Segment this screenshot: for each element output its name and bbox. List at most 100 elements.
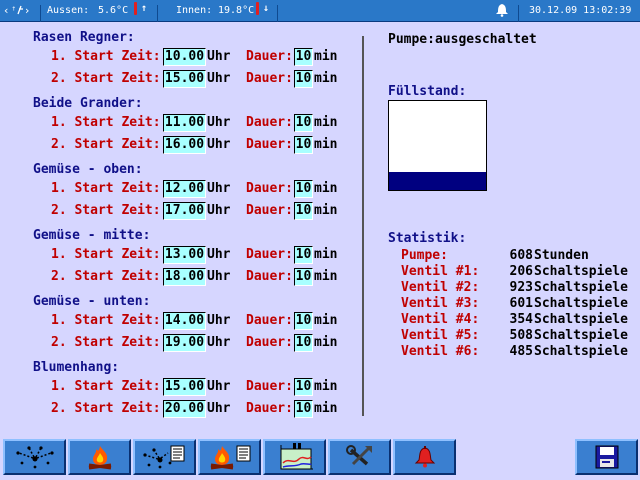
duration-unit: min [314, 247, 338, 262]
pump-status-value: ausgeschaltet [434, 32, 537, 47]
start-time-field[interactable]: 20.00 [163, 400, 206, 418]
svg-text:ꜛ: ꜛ [12, 6, 16, 17]
arrow-down-icon: ↓ [263, 3, 270, 14]
start-time-field[interactable]: 15.00 [163, 70, 206, 88]
divider [362, 36, 364, 416]
fire-button[interactable] [68, 439, 131, 475]
start-label: 1. Start Zeit: [51, 181, 161, 196]
duration-unit: min [314, 49, 338, 64]
duration-field[interactable]: 10 [294, 312, 313, 330]
time-unit: Uhr [207, 203, 231, 218]
stat-unit: Schaltspiele [534, 344, 628, 359]
start-time-field[interactable]: 19.00 [163, 334, 206, 352]
duration-field[interactable]: 10 [294, 268, 313, 286]
duration-label: Dauer: [246, 115, 293, 130]
stat-value: 601 [509, 296, 533, 311]
start-time-field[interactable]: 12.00 [163, 180, 206, 198]
start-label: 1. Start Zeit: [51, 379, 161, 394]
duration-label: Dauer: [246, 401, 293, 416]
start-time-field[interactable]: 17.00 [163, 202, 206, 220]
duration-field[interactable]: 10 [294, 202, 313, 220]
start-time-field[interactable]: 16.00 [163, 136, 206, 154]
duration-label: Dauer: [246, 137, 293, 152]
duration-unit: min [314, 203, 338, 218]
fire-schedule-button[interactable] [198, 439, 261, 475]
outside-label: Aussen: [47, 5, 90, 16]
pump-status: Pumpe:ausgeschaltet [388, 32, 537, 47]
duration-unit: min [314, 379, 338, 394]
stat-label: Pumpe: [401, 248, 448, 263]
zone-title: Blumenhang: [33, 360, 120, 375]
antenna-icon: ‹ ꜛ › [4, 3, 34, 20]
duration-unit: min [314, 335, 338, 350]
time-unit: Uhr [207, 49, 231, 64]
bell-icon[interactable] [494, 3, 510, 20]
stat-label: Ventil #6: [401, 344, 480, 359]
save-icon [595, 445, 618, 469]
time-unit: Uhr [207, 335, 231, 350]
tools-button[interactable] [328, 439, 391, 475]
start-label: 2. Start Zeit: [51, 401, 161, 416]
outside-temp: 5.6°C [98, 5, 129, 16]
inside-label: Innen: [176, 5, 213, 16]
duration-label: Dauer: [246, 313, 293, 328]
stat-label: Ventil #1: [401, 264, 480, 279]
svg-text:‹: ‹ [4, 4, 8, 17]
time-unit: Uhr [207, 313, 231, 328]
start-label: 1. Start Zeit: [51, 247, 161, 262]
start-time-field[interactable]: 18.00 [163, 268, 206, 286]
duration-field[interactable]: 10 [294, 378, 313, 396]
stat-label: Ventil #3: [401, 296, 480, 311]
save-button[interactable] [575, 439, 638, 475]
start-label: 2. Start Zeit: [51, 269, 161, 284]
stat-value: 508 [509, 328, 533, 343]
start-time-field[interactable]: 11.00 [163, 114, 206, 132]
stat-unit: Schaltspiele [534, 328, 628, 343]
statistics-title: Statistik: [388, 231, 467, 246]
alarm-button[interactable] [393, 439, 456, 475]
sprinkler-icon [15, 446, 54, 469]
duration-field[interactable]: 10 [294, 136, 313, 154]
stat-value: 206 [509, 264, 533, 279]
start-time-field[interactable]: 10.00 [163, 48, 206, 66]
chart-button[interactable] [263, 439, 326, 475]
duration-field[interactable]: 10 [294, 48, 313, 66]
duration-field[interactable]: 10 [294, 400, 313, 418]
stat-unit: Schaltspiele [534, 264, 628, 279]
time-unit: Uhr [207, 137, 231, 152]
time-unit: Uhr [207, 71, 231, 86]
start-time-field[interactable]: 15.00 [163, 378, 206, 396]
duration-field[interactable]: 10 [294, 70, 313, 88]
stat-value: 354 [509, 312, 533, 327]
duration-unit: min [314, 313, 338, 328]
time-unit: Uhr [207, 401, 231, 416]
stat-label: Ventil #5: [401, 328, 480, 343]
duration-field[interactable]: 10 [294, 114, 313, 132]
arrow-up-icon: ↑ [141, 3, 148, 14]
duration-field[interactable]: 10 [294, 180, 313, 198]
zone-title: Gemüse - unten: [33, 294, 151, 309]
duration-unit: min [314, 269, 338, 284]
sprinkler-schedule-button[interactable] [133, 439, 196, 475]
duration-field[interactable]: 10 [294, 246, 313, 264]
thermometer-icon [256, 2, 259, 16]
start-label: 1. Start Zeit: [51, 115, 161, 130]
start-label: 2. Start Zeit: [51, 137, 161, 152]
stat-value: 485 [509, 344, 533, 359]
start-time-field[interactable]: 14.00 [163, 312, 206, 330]
time-unit: Uhr [207, 269, 231, 284]
pump-label: Pumpe: [388, 32, 435, 47]
duration-unit: min [314, 71, 338, 86]
duration-field[interactable]: 10 [294, 334, 313, 352]
fill-level-water [389, 172, 486, 190]
stat-label: Ventil #4: [401, 312, 480, 327]
sprinkler-button[interactable] [3, 439, 66, 475]
stat-unit: Stunden [534, 248, 589, 263]
zone-title: Gemüse - mitte: [33, 228, 151, 243]
bell-icon [414, 446, 435, 468]
duration-label: Dauer: [246, 203, 293, 218]
zone-title: Rasen Regner: [33, 30, 135, 45]
start-time-field[interactable]: 13.00 [163, 246, 206, 264]
start-label: 2. Start Zeit: [51, 203, 161, 218]
stat-unit: Schaltspiele [534, 296, 628, 311]
